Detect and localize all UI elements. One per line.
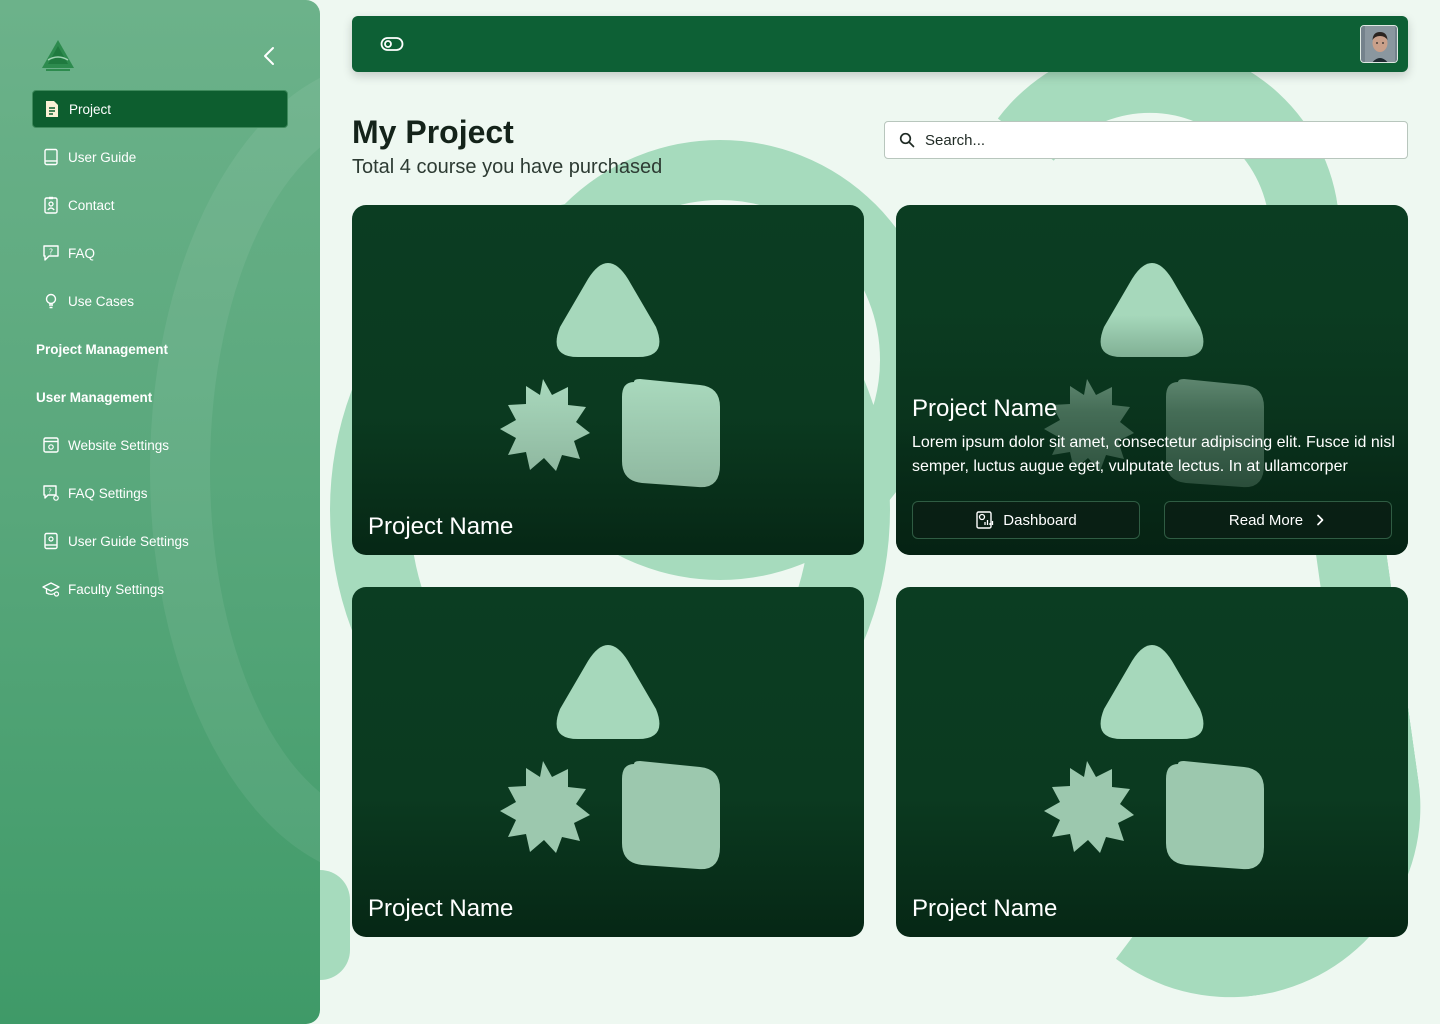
sidebar-item-label: Contact [68, 197, 115, 213]
sidebar-item-label: Project [69, 101, 112, 117]
shapes-illustration-icon [500, 645, 720, 870]
dashboard-chart-icon [976, 511, 994, 529]
sidebar-nav: Project User Guide Contact ? FAQ Use Cas… [32, 90, 288, 618]
sidebar-item-label: User Guide Settings [68, 533, 189, 549]
toggle-icon[interactable] [380, 34, 404, 54]
sidebar-item-project[interactable]: Project [32, 90, 288, 128]
card-title: Project Name [912, 395, 1058, 422]
sidebar-item-label: Use Cases [68, 293, 135, 309]
sidebar-item-user-guide[interactable]: User Guide [32, 138, 288, 176]
card-title: Project Name [368, 895, 514, 922]
card-description: Lorem ipsum dolor sit amet, consectetur … [912, 434, 1395, 475]
sidebar-item-faq-settings[interactable]: ? FAQ Settings [32, 474, 288, 512]
sidebar-item-faq[interactable]: ? FAQ [32, 234, 288, 272]
chat-gear-icon: ? [42, 484, 60, 502]
sidebar-item-label: FAQ Settings [68, 485, 148, 501]
sidebar-section-user-management[interactable]: User Management [32, 378, 288, 416]
read-more-button[interactable]: Read More [1164, 501, 1392, 539]
contact-badge-icon [42, 196, 60, 214]
user-avatar[interactable] [1360, 25, 1398, 63]
shapes-illustration-icon [500, 263, 720, 488]
card-title: Project Name [912, 895, 1058, 922]
card-title: Project Name [368, 513, 514, 540]
sidebar-item-label: Faculty Settings [68, 581, 165, 597]
sidebar-section-project-management[interactable]: Project Management [32, 330, 288, 368]
search-input[interactable] [925, 131, 1385, 149]
book-gear-icon [42, 532, 60, 550]
sidebar-item-label: User Guide [68, 149, 137, 165]
sidebar-collapse-button[interactable] [256, 42, 284, 70]
top-header [352, 16, 1408, 72]
project-card-2[interactable]: Project Name Lorem ipsum dolor sit amet,… [896, 205, 1408, 555]
sidebar-item-faculty-settings[interactable]: Faculty Settings [32, 570, 288, 608]
dashboard-button-label: Dashboard [1003, 511, 1077, 529]
shapes-illustration-icon [1044, 645, 1264, 870]
sidebar-item-label: Website Settings [68, 437, 170, 453]
project-card-1[interactable]: Project Name [352, 205, 864, 555]
svg-text:?: ? [49, 248, 53, 257]
lightbulb-icon [42, 292, 60, 310]
chat-question-icon: ? [42, 244, 60, 262]
document-icon [43, 100, 61, 118]
sidebar-item-website-settings[interactable]: Website Settings [32, 426, 288, 464]
sidebar-item-user-guide-settings[interactable]: User Guide Settings [32, 522, 288, 560]
sidebar-item-use-cases[interactable]: Use Cases [32, 282, 288, 320]
sidebar-item-label: FAQ [68, 245, 96, 261]
svg-text:?: ? [48, 488, 52, 496]
chevron-left-icon [264, 47, 274, 65]
browser-gear-icon [42, 436, 60, 454]
sidebar: Project User Guide Contact ? FAQ Use Cas… [0, 0, 320, 1024]
project-card-4[interactable]: Project Name [896, 587, 1408, 937]
page-subtitle: Total 4 course you have purchased [352, 156, 663, 178]
page-title: My Project [352, 114, 514, 150]
sidebar-item-contact[interactable]: Contact [32, 186, 288, 224]
graduation-cap-gear-icon [42, 580, 60, 598]
read-more-label: Read More [1228, 511, 1304, 529]
dashboard-button[interactable]: Dashboard [912, 501, 1140, 539]
project-card-3[interactable]: Project Name [352, 587, 864, 937]
search-icon [899, 132, 915, 148]
search-bar [884, 121, 1408, 159]
book-icon [42, 148, 60, 166]
pyramid-logo-icon[interactable] [40, 38, 76, 74]
chevron-right-icon [1317, 514, 1324, 526]
